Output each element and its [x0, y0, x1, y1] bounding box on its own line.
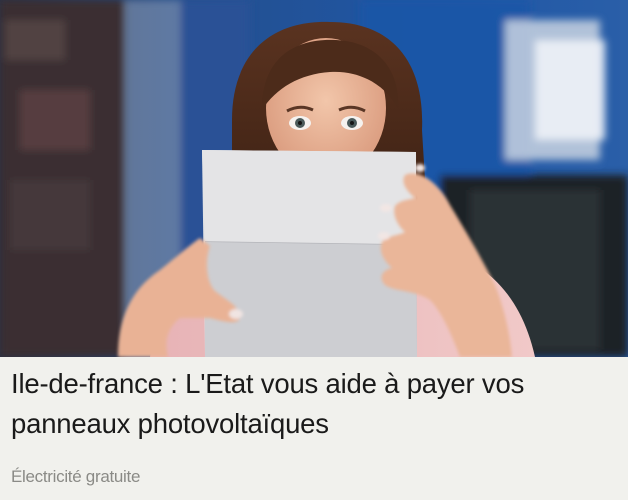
ad-headline[interactable]: Ile-de-france : L'Etat vous aide à payer…	[11, 364, 621, 444]
ad-sponsor-name[interactable]: Électricité gratuite	[11, 465, 140, 489]
ad-image[interactable]	[0, 0, 628, 357]
sponsored-ad-card[interactable]: Ile-de-france : L'Etat vous aide à payer…	[0, 0, 628, 500]
